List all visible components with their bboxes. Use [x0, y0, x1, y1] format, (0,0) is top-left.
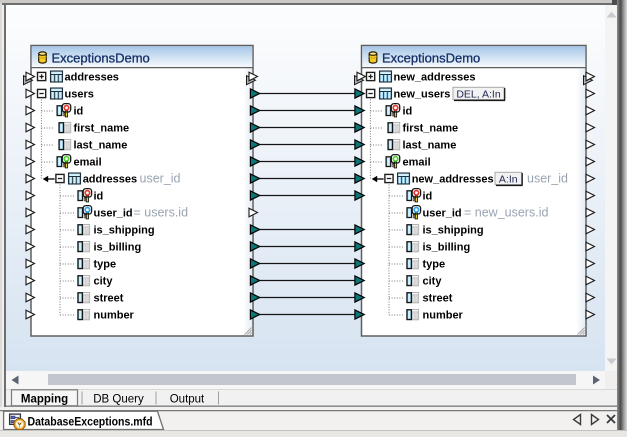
svg-text:street: street — [423, 293, 453, 305]
svg-text:ExceptionsDemo: ExceptionsDemo — [52, 51, 150, 66]
svg-text:new_addresses: new_addresses — [394, 72, 476, 84]
svg-text:DEL, A:In: DEL, A:In — [456, 88, 501, 100]
svg-text:last_name: last_name — [74, 140, 128, 152]
svg-text:Mapping: Mapping — [21, 394, 68, 406]
svg-text:first_name: first_name — [74, 123, 130, 135]
svg-text:user_id: user_id — [423, 208, 462, 220]
svg-text:email: email — [74, 157, 102, 169]
svg-text:ExceptionsDemo: ExceptionsDemo — [382, 51, 480, 66]
svg-text:new_users: new_users — [394, 89, 451, 101]
svg-text:id: id — [403, 106, 413, 118]
svg-text:addresses: addresses — [65, 72, 119, 84]
svg-text:first_name: first_name — [403, 123, 459, 135]
svg-text:id: id — [74, 106, 84, 118]
svg-text:id: id — [423, 191, 433, 203]
svg-text:= users.id: = users.id — [134, 206, 189, 220]
svg-text:city: city — [94, 276, 114, 288]
svg-text:last_name: last_name — [403, 140, 457, 152]
svg-text:user_id: user_id — [527, 172, 568, 186]
svg-text:id: id — [94, 191, 104, 203]
svg-text:is_shipping: is_shipping — [94, 225, 155, 237]
svg-text:user_id: user_id — [94, 208, 133, 220]
svg-text:DB Query: DB Query — [93, 394, 144, 406]
svg-text:type: type — [423, 259, 446, 271]
svg-text:users: users — [65, 89, 94, 101]
svg-text:street: street — [94, 293, 124, 305]
svg-text:DatabaseExceptions.mfd: DatabaseExceptions.mfd — [28, 417, 153, 429]
svg-text:= new_users.id: = new_users.id — [464, 206, 548, 220]
svg-text:addresses: addresses — [83, 174, 137, 186]
svg-text:number: number — [94, 310, 135, 322]
svg-text:email: email — [403, 157, 431, 169]
svg-text:is_billing: is_billing — [94, 242, 142, 254]
svg-text:is_billing: is_billing — [423, 242, 471, 254]
svg-text:type: type — [94, 259, 117, 271]
svg-text:A:In: A:In — [499, 173, 518, 185]
svg-text:new_addresses: new_addresses — [412, 174, 494, 186]
svg-text:user_id: user_id — [140, 172, 181, 186]
svg-text:is_shipping: is_shipping — [423, 225, 484, 237]
svg-text:Output: Output — [170, 394, 205, 406]
svg-text:number: number — [423, 310, 464, 322]
svg-text:city: city — [423, 276, 443, 288]
